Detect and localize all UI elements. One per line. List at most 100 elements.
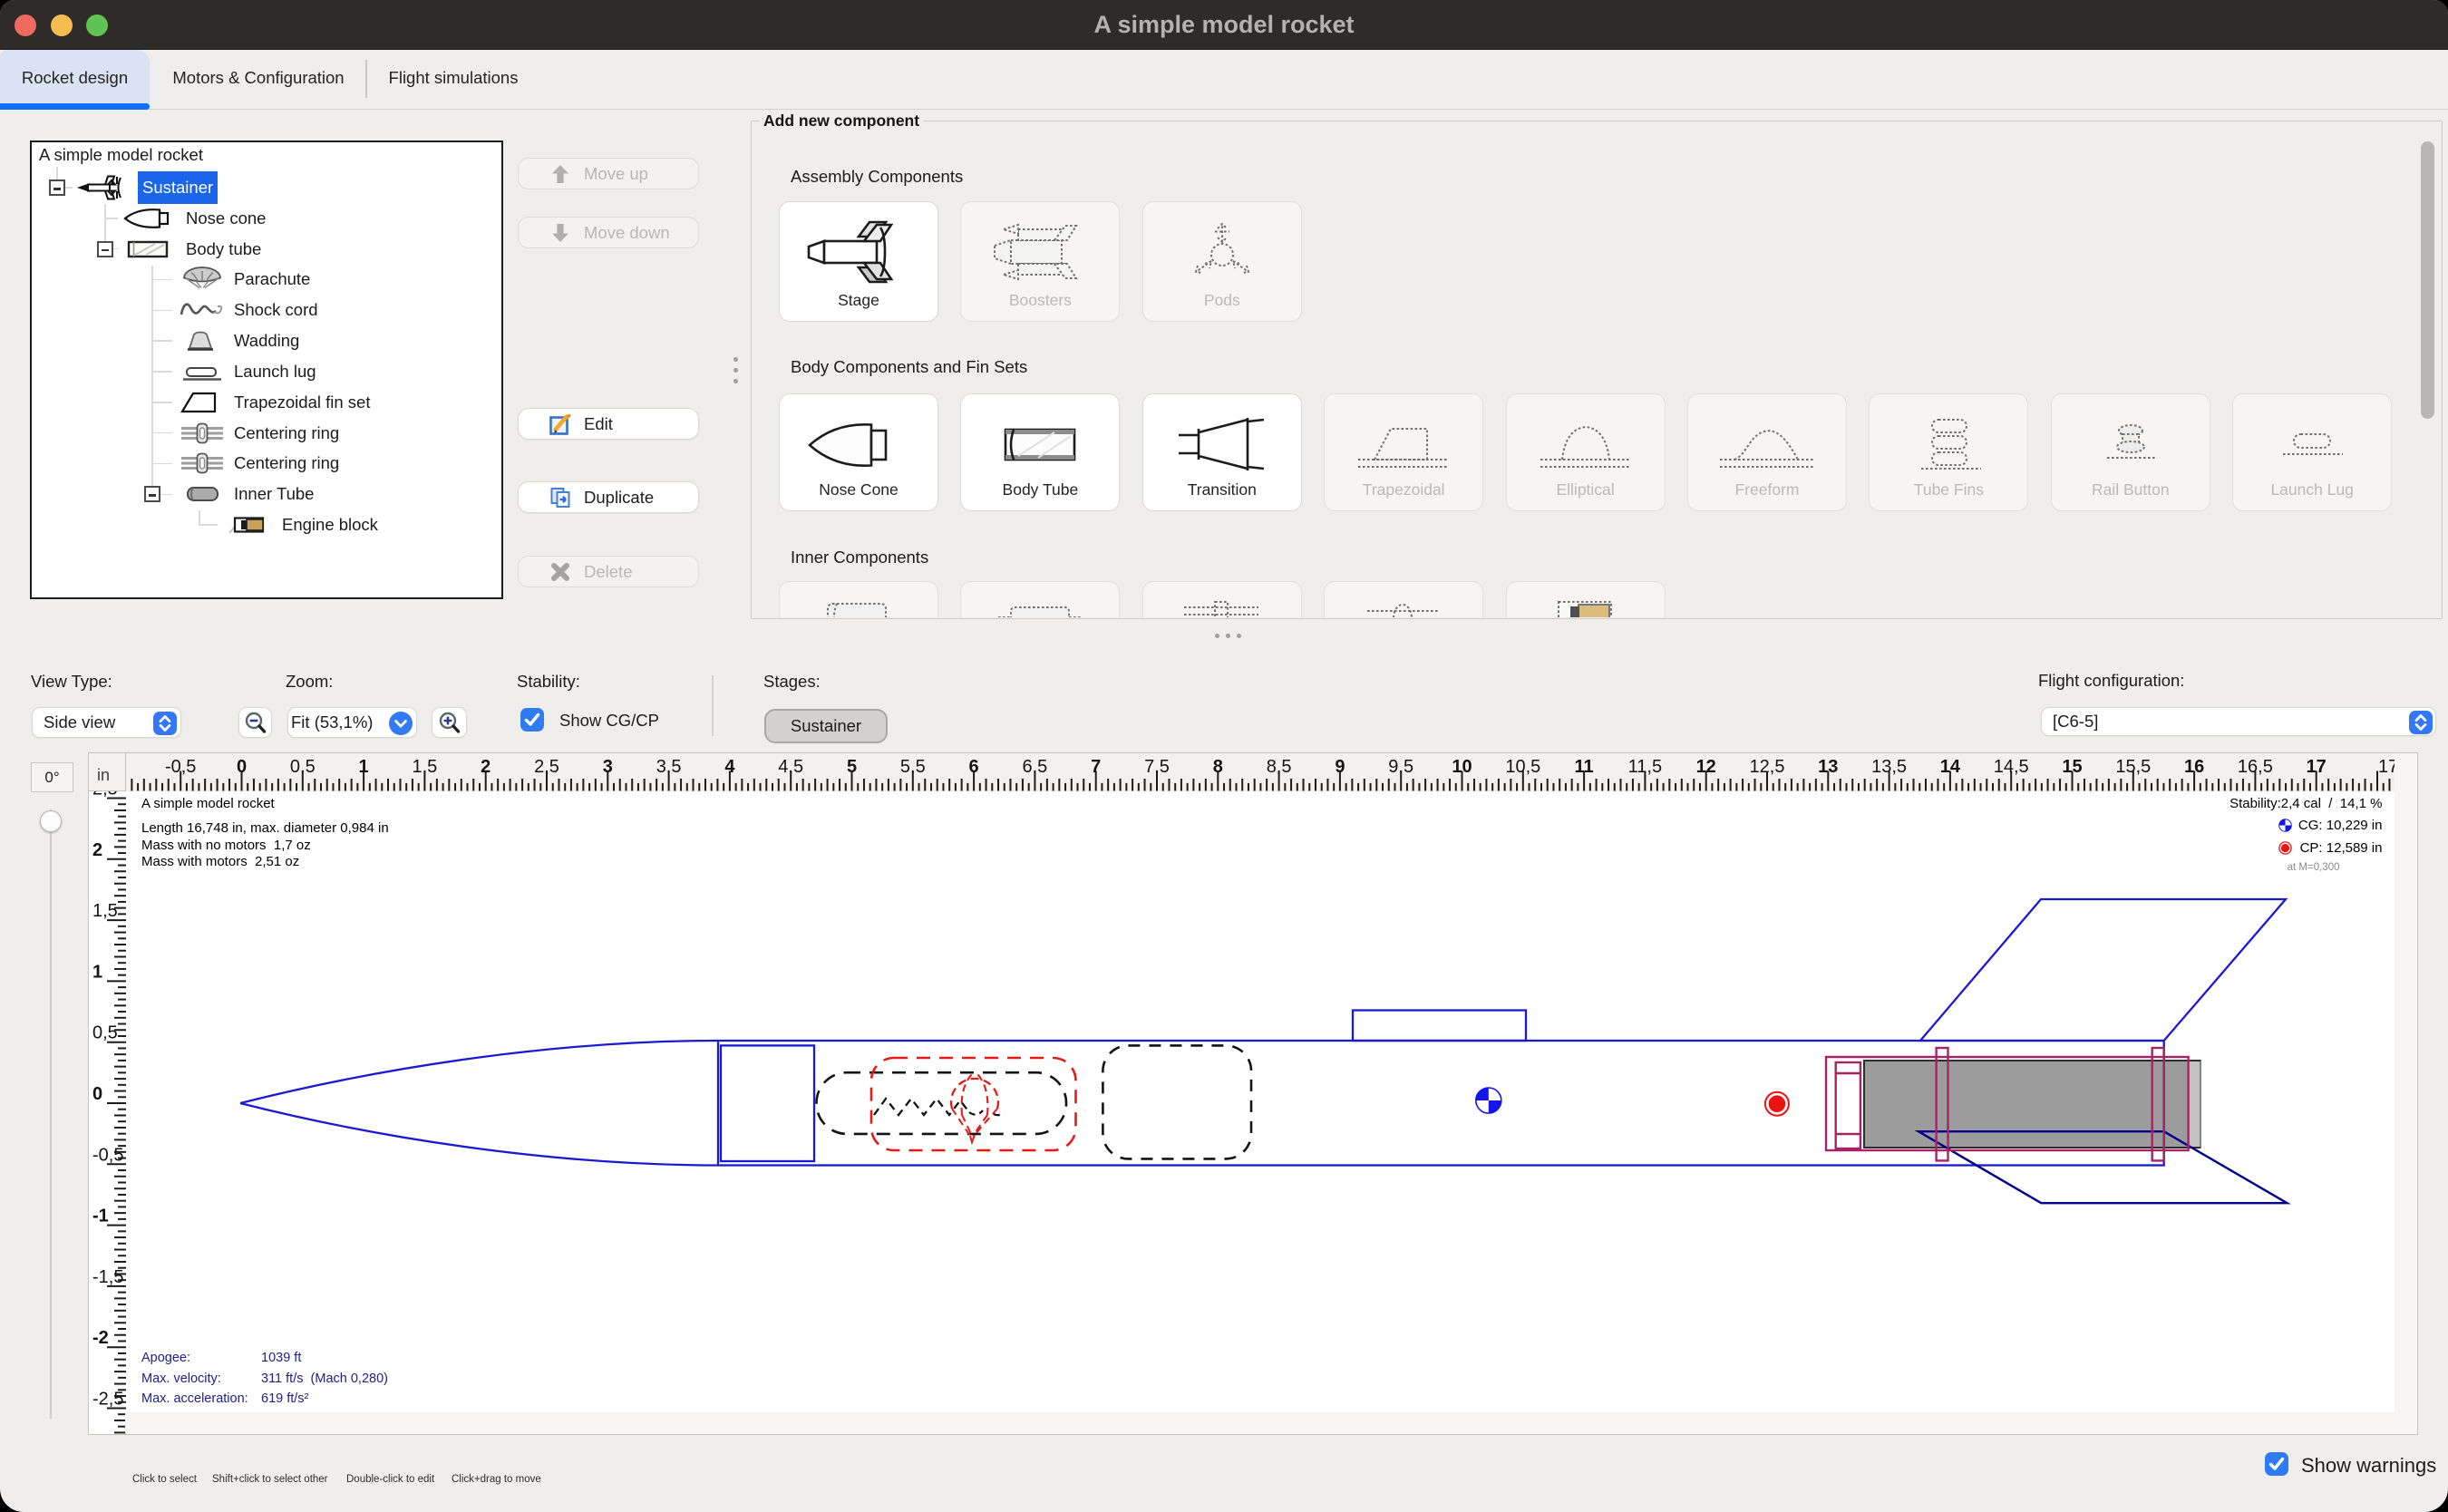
add-coupler-card[interactable] xyxy=(960,581,1120,617)
edit-button[interactable]: Edit xyxy=(518,408,699,440)
svg-text:-0,5: -0,5 xyxy=(92,1145,123,1165)
flight-stat-row: Apogee:1039 ft xyxy=(141,1351,301,1365)
flight-stat-label: Max. acceleration: xyxy=(141,1391,261,1406)
svg-text:13,5: 13,5 xyxy=(1871,757,1907,777)
edit-icon xyxy=(549,412,572,436)
tree-item-engine-block[interactable]: Engine block xyxy=(282,509,378,540)
flight-configuration-select[interactable]: [C6-5] xyxy=(2041,707,2436,736)
flight-stat-value: 1039 ft xyxy=(261,1351,301,1365)
duplicate-icon xyxy=(549,486,572,509)
flight-stat-value: 619 ft/s² xyxy=(261,1391,308,1406)
tree-item-parachute[interactable]: Parachute xyxy=(234,264,310,295)
zoom-out-button[interactable] xyxy=(238,707,272,738)
tab-label: Flight simulations xyxy=(389,68,519,87)
cp-marker-icon xyxy=(2278,841,2292,855)
title-bar[interactable]: A simple model rocket xyxy=(0,0,2448,50)
add-innertube-card[interactable] xyxy=(779,581,938,617)
popup-stepper-icon xyxy=(2409,711,2433,734)
tree-item-centering-ring[interactable]: Centering ring xyxy=(234,418,339,449)
popup-stepper-icon xyxy=(153,712,177,735)
tree-item-wadding[interactable]: Wadding xyxy=(234,325,299,356)
add-tube-fins-card[interactable]: Tube Fins xyxy=(1869,393,2028,511)
tree-item-body-tube[interactable]: Body tube xyxy=(186,234,261,265)
add-panel-scrollbar[interactable] xyxy=(2421,141,2434,419)
tree-guide-line xyxy=(151,266,153,495)
svg-text:1,5: 1,5 xyxy=(92,901,118,921)
tab-motors-configuration[interactable]: Motors & Configuration xyxy=(150,50,367,109)
add-nose-cone-card[interactable]: Nose Cone xyxy=(779,393,938,511)
svg-text:3: 3 xyxy=(603,757,613,777)
tree-item-launch-lug[interactable]: Launch lug xyxy=(234,356,316,387)
hint-text: Click+drag to move xyxy=(452,1474,541,1485)
svg-text:15,5: 15,5 xyxy=(2115,757,2151,777)
innertube-icon xyxy=(804,598,913,617)
tree-item-sustainer[interactable]: Sustainer xyxy=(138,171,218,204)
add-elliptical-card[interactable]: Elliptical xyxy=(1506,393,1666,511)
vertical-splitter-handle[interactable] xyxy=(733,357,739,384)
add-body-tube-card[interactable]: Body Tube xyxy=(960,393,1120,511)
add-pods-card[interactable]: Pods xyxy=(1142,201,1302,322)
tree-guide-line xyxy=(151,432,172,434)
rocket-info-line: A simple model rocket xyxy=(141,796,275,811)
zoom-in-button[interactable] xyxy=(432,707,467,738)
show-cg-cp-checkbox[interactable] xyxy=(520,708,544,732)
tree-root-label[interactable]: A simple model rocket xyxy=(39,141,203,170)
add-trapezoidal-card[interactable]: Trapezoidal xyxy=(1324,393,1483,511)
tree-item-trapezoidal-fin-set[interactable]: Trapezoidal fin set xyxy=(234,387,370,418)
tree-item-nose-cone[interactable]: Nose cone xyxy=(186,203,266,234)
svg-text:0: 0 xyxy=(237,757,247,777)
tree-item-inner-tube[interactable]: Inner Tube xyxy=(234,479,314,509)
window-title: A simple model rocket xyxy=(0,0,2448,50)
add-stage-card[interactable]: Stage xyxy=(779,201,938,322)
add-launch-lug-card[interactable]: Launch Lug xyxy=(2232,393,2392,511)
elliptical-icon xyxy=(1531,411,1640,478)
trapezoidal-icon xyxy=(1349,411,1458,478)
add-centeringring-card[interactable] xyxy=(1142,581,1302,617)
hint-text: Click to select xyxy=(132,1474,197,1485)
horizontal-splitter-handle[interactable] xyxy=(1215,634,1242,639)
nose-cone-icon xyxy=(121,204,174,233)
svg-text:4: 4 xyxy=(724,757,735,777)
tree-item-centering-ring[interactable]: Centering ring xyxy=(234,448,339,479)
bodytube-icon xyxy=(986,411,1094,478)
tree-guide-line xyxy=(104,218,118,219)
svg-text:17: 17 xyxy=(2307,757,2327,777)
rotation-slider-track[interactable] xyxy=(50,809,52,1419)
tree-expander-body-tube[interactable] xyxy=(97,241,113,257)
view-type-select[interactable]: Side view xyxy=(32,707,181,738)
svg-text:14,5: 14,5 xyxy=(1994,757,2029,777)
rocket-drawing: -0,500,511,522,533,544,555,566,577,588,5… xyxy=(89,753,2418,1435)
tree-guide-line xyxy=(113,248,118,250)
add-boosters-card[interactable]: Boosters xyxy=(960,201,1120,322)
show-warnings-checkbox[interactable] xyxy=(2265,1452,2288,1476)
tree-guide-line xyxy=(151,402,172,403)
card-label: Body Tube xyxy=(961,480,1119,499)
move-up-button[interactable]: Move up xyxy=(518,158,699,189)
add-freeform-card[interactable]: Freeform xyxy=(1687,393,1847,511)
rocket-canvas[interactable]: -0,500,511,522,533,544,555,566,577,588,5… xyxy=(88,752,2418,1435)
card-label: Freeform xyxy=(1688,480,1846,499)
rocket-stage-icon xyxy=(76,173,129,202)
stage-toggle-sustainer[interactable]: Sustainer xyxy=(764,709,888,743)
move-down-button[interactable]: Move down xyxy=(518,217,699,248)
section-title: Assembly Components xyxy=(791,167,963,187)
engine-block-icon xyxy=(221,510,274,539)
component-tree[interactable]: A simple model rocket Sustainer Nose con… xyxy=(30,141,503,599)
zoom-select[interactable]: Fit (53,1%) xyxy=(287,707,417,738)
tree-expander-sustainer[interactable] xyxy=(49,179,65,196)
delete-button[interactable]: Delete xyxy=(518,556,699,587)
rotation-slider-knob[interactable] xyxy=(40,810,62,832)
svg-text:0,5: 0,5 xyxy=(92,1023,118,1043)
add-engineblock-card[interactable] xyxy=(1506,581,1666,617)
svg-text:8,5: 8,5 xyxy=(1267,757,1292,777)
tab-rocket-design[interactable]: Rocket design xyxy=(0,50,150,109)
card-label: Elliptical xyxy=(1507,480,1665,499)
add-rail-button-card[interactable]: Rail Button xyxy=(2051,393,2210,511)
svg-text:16: 16 xyxy=(2184,757,2204,777)
tab-flight-simulations[interactable]: Flight simulations xyxy=(367,50,539,109)
add-transition-card[interactable]: Transition xyxy=(1142,393,1302,511)
add-bulkhead-card[interactable] xyxy=(1324,581,1483,617)
tree-expander-inner-tube[interactable] xyxy=(144,486,160,502)
duplicate-button[interactable]: Duplicate xyxy=(518,481,699,513)
tree-item-shock-cord[interactable]: Shock cord xyxy=(234,295,318,325)
